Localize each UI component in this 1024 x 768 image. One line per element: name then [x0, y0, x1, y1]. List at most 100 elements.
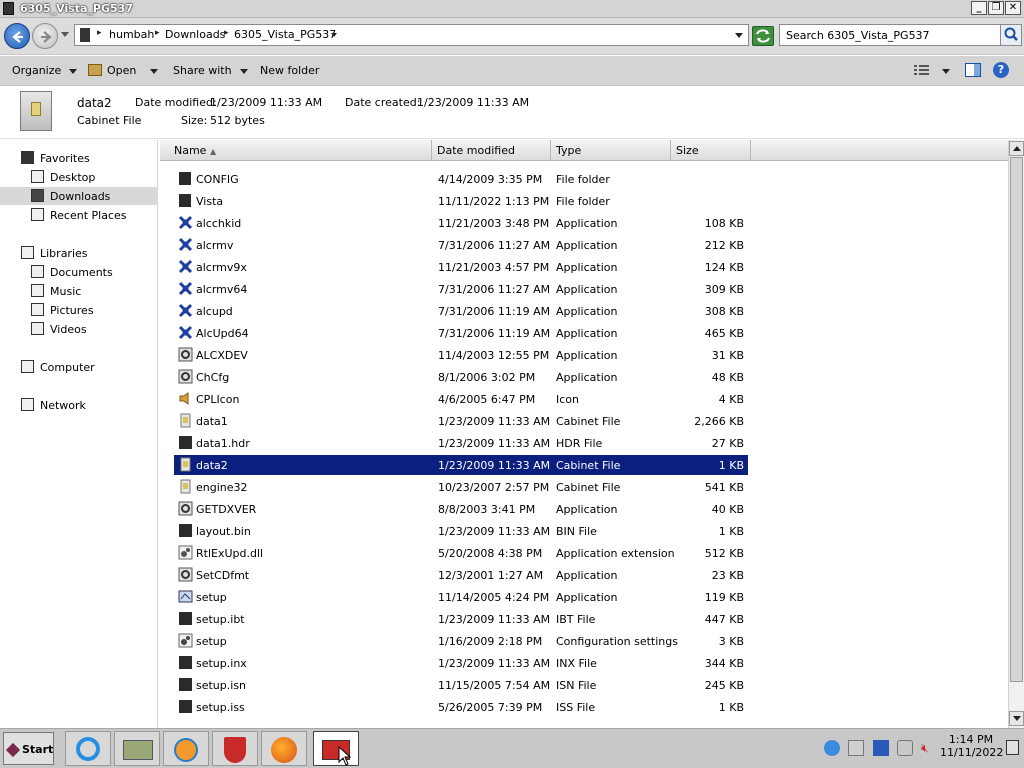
file-row[interactable]: setup 11/14/2005 4:24 PM Application 119 KB [174, 587, 748, 607]
tray-display-icon[interactable] [848, 740, 864, 756]
file-name: alcrmv [196, 239, 234, 252]
scroll-down-button[interactable] [1009, 711, 1024, 726]
file-row[interactable]: setup.ibt 1/23/2009 11:33 AM IBT File 447 K… [174, 609, 748, 629]
file-row[interactable]: alcupd 7/31/2006 11:19 AM Application 308 K… [174, 301, 748, 321]
refresh-button[interactable] [752, 26, 774, 46]
file-row[interactable]: alcrmv64 7/31/2006 11:27 AM Application 309… [174, 279, 748, 299]
restore-button[interactable]: ❐ [988, 1, 1004, 15]
tray-network-icon[interactable] [897, 740, 913, 756]
nav-network[interactable]: Network [0, 396, 157, 414]
nav-label: Recent Places [50, 209, 127, 222]
taskbar-installer[interactable] [313, 731, 359, 766]
new-folder-button[interactable]: New folder [260, 64, 319, 77]
taskbar-security-app[interactable] [212, 731, 258, 766]
organize-menu[interactable]: Organize [12, 64, 78, 77]
documents-icon [31, 265, 44, 278]
file-row[interactable]: data1.hdr 1/23/2009 11:33 AM HDR File 27 KB [174, 433, 748, 453]
file-row[interactable]: AlcUpd64 7/31/2006 11:19 AM Application 465… [174, 323, 748, 343]
nav-music[interactable]: Music [0, 282, 157, 300]
preview-pane-button[interactable] [965, 63, 981, 77]
breadcrumb-downloads[interactable]: Downloads [165, 28, 225, 41]
tray-volume-muted-icon[interactable]: 🔇︎ [921, 740, 937, 756]
taskbar-firefox[interactable] [261, 731, 307, 766]
file-row[interactable]: alcchkid 11/21/2003 3:48 PM Application 108… [174, 213, 748, 233]
help-icon[interactable]: ? [993, 62, 1009, 78]
scroll-up-button[interactable] [1009, 141, 1024, 156]
nav-desktop[interactable]: Desktop [0, 168, 157, 186]
file-row[interactable]: data2 1/23/2009 11:33 AM Cabinet File 1 KB [174, 455, 748, 475]
share-with-menu[interactable]: Share with [173, 64, 248, 77]
file-row[interactable]: setup.inx 1/23/2009 11:33 AM INX File 344 K… [174, 653, 748, 673]
breadcrumb-humbah[interactable]: humbah [109, 28, 154, 41]
file-row[interactable]: SetCDfmt 12/3/2001 1:27 AM Application 23 K… [174, 565, 748, 585]
nav-downloads[interactable]: Downloads [0, 187, 157, 205]
open-menu[interactable]: Open [107, 64, 159, 77]
file-row[interactable]: Vista 11/11/2022 1:13 PM File folder [174, 191, 748, 211]
file-row[interactable]: engine32 10/23/2007 2:57 PM Cabinet File 54… [174, 477, 748, 497]
column-header-date[interactable]: Date modified [432, 140, 551, 161]
nav-computer[interactable]: Computer [0, 358, 157, 376]
view-options-button[interactable] [914, 64, 930, 77]
breadcrumb-current-folder[interactable]: 6305_Vista_PG537 [234, 28, 336, 41]
firefox-icon [271, 737, 297, 763]
nav-favorites[interactable]: Favorites [0, 149, 157, 167]
file-size: 27 KB [711, 437, 744, 450]
taskbar-internet-explorer[interactable] [65, 731, 111, 766]
minimize-button[interactable]: _ [971, 1, 987, 15]
close-button[interactable]: ✕ [1005, 1, 1021, 15]
nav-pictures[interactable]: Pictures [0, 301, 157, 319]
taskbar-file-explorer[interactable] [114, 731, 160, 766]
column-header-bar: Name ▲ Date modified Type Size [160, 140, 1008, 161]
file-row[interactable]: RtlExUpd.dll 5/20/2008 4:38 PM Application… [174, 543, 748, 563]
column-header-size[interactable]: Size [671, 140, 751, 161]
taskbar-clock[interactable]: 1:14 PM 11/11/2022 [940, 733, 1003, 759]
search-input[interactable]: Search 6305_Vista_PG537 [786, 29, 930, 42]
file-row[interactable]: GETDXVER 8/8/2003 3:41 PM Application 40 KB [174, 499, 748, 519]
file-type: File folder [556, 195, 610, 208]
address-dropdown-icon[interactable] [735, 33, 743, 38]
start-button[interactable]: Start [3, 732, 54, 765]
column-header-name[interactable]: Name ▲ [169, 140, 432, 161]
nav-videos[interactable]: Videos [0, 320, 157, 338]
details-date-modified-label: Date modified: [135, 96, 217, 109]
file-row[interactable]: data1 1/23/2009 11:33 AM Cabinet File 2,266… [174, 411, 748, 431]
breadcrumb-chevron-icon[interactable] [331, 33, 337, 37]
nav-recent-places[interactable]: Recent Places [0, 206, 157, 224]
file-row[interactable]: setup.isn 11/15/2005 7:54 AM ISN File 245 K… [174, 675, 748, 695]
column-header-type[interactable]: Type [551, 140, 671, 161]
forward-arrow-icon [41, 31, 52, 43]
taskbar-media-player[interactable] [163, 731, 209, 766]
tray-bluetooth-icon[interactable] [873, 740, 889, 756]
file-row[interactable]: layout.bin 1/23/2009 11:33 AM BIN File 1 KB [174, 521, 748, 541]
nav-label: Videos [50, 323, 87, 336]
file-row[interactable]: setup.iss 5/26/2005 7:39 PM ISS File 1 KB [174, 697, 748, 717]
preview-pane-icon [974, 64, 980, 76]
file-row[interactable]: CPLIcon 4/6/2005 6:47 PM Icon 4 KB [174, 389, 748, 409]
file-type: Configuration settings [556, 635, 678, 648]
file-row[interactable]: ChCfg 8/1/2006 3:02 PM Application 48 KB [174, 367, 748, 387]
view-dropdown-icon[interactable] [942, 69, 950, 74]
file-row[interactable]: ALCXDEV 11/4/2003 12:55 PM Application 31 K… [174, 345, 748, 365]
dll-icon [178, 545, 193, 560]
scroll-thumb[interactable] [1010, 157, 1023, 682]
file-row[interactable]: alcrmv 7/31/2006 11:27 AM Application 212 K… [174, 235, 748, 255]
file-name: engine32 [196, 481, 248, 494]
file-date-modified: 1/23/2009 11:33 AM [438, 415, 551, 428]
forward-button[interactable] [32, 23, 58, 49]
tray-network-globe-icon[interactable] [824, 740, 840, 756]
nav-libraries[interactable]: Libraries [0, 244, 157, 262]
back-button[interactable] [4, 23, 30, 49]
folder-icon [178, 171, 193, 186]
file-date-modified: 4/14/2009 3:35 PM [438, 173, 543, 186]
recent-pages-dropdown[interactable] [61, 32, 69, 37]
search-button[interactable] [1000, 25, 1021, 45]
vertical-scrollbar[interactable] [1008, 140, 1024, 728]
file-icon [178, 611, 193, 626]
file-row[interactable]: CONFIG 4/14/2009 3:35 PM File folder [174, 169, 748, 189]
address-bar[interactable]: ▸ humbah ▸ Downloads ▸ 6305_Vista_PG537 [74, 24, 749, 46]
search-box[interactable]: Search 6305_Vista_PG537 [779, 24, 1022, 46]
show-desktop-button[interactable] [1006, 740, 1019, 755]
file-row[interactable]: alcrmv9x 11/21/2003 4:57 PM Application 124… [174, 257, 748, 277]
file-row[interactable]: setup 1/16/2009 2:18 PM Configuration sett… [174, 631, 748, 651]
nav-documents[interactable]: Documents [0, 263, 157, 281]
